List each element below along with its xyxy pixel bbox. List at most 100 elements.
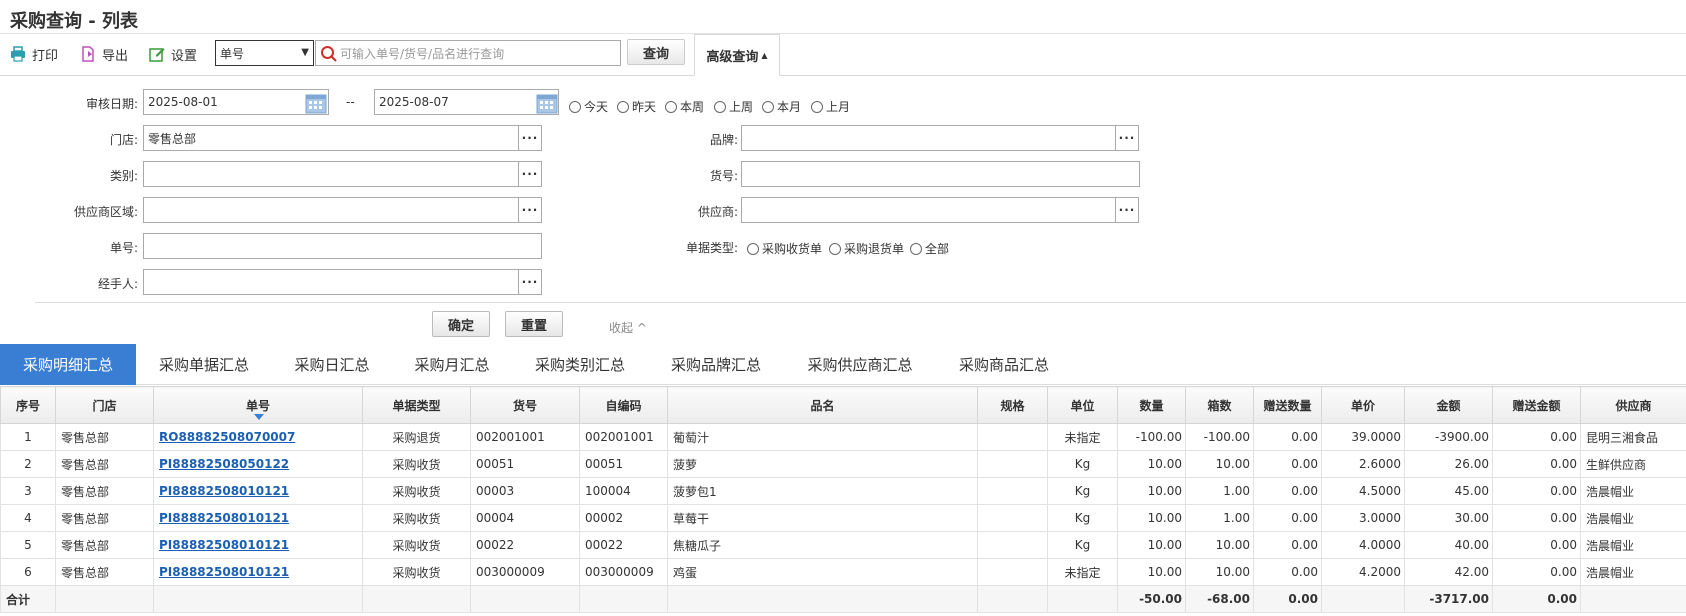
table-cell: 0.00	[1253, 423, 1322, 451]
radio-this-month[interactable]: 本月	[762, 98, 801, 115]
search-field-select[interactable]: 单号 ▼	[215, 40, 314, 66]
table-cell: 00022	[470, 531, 580, 559]
radio-circle	[811, 100, 823, 113]
radio-this-week[interactable]: 本周	[665, 98, 704, 115]
radio-circle	[665, 100, 677, 113]
handler-input[interactable]	[143, 269, 519, 295]
table-row[interactable]: 3 零售总部 PI88882508010121 采购收货 00003 100004 菠萝包1…	[0, 477, 1686, 505]
table-cell: 4.2000	[1321, 558, 1405, 586]
date-to-input[interactable]: 2025-08-07	[374, 89, 559, 115]
total-cell	[153, 585, 363, 613]
settings-button[interactable]: 设置	[149, 43, 197, 65]
doc-type-label: 单据类型:	[685, 241, 738, 255]
order-no-link[interactable]: PI88882508010121	[159, 511, 289, 525]
table-cell: 10.00	[1117, 558, 1186, 586]
order-no-link[interactable]: RO88882508070007	[159, 430, 295, 444]
order-no-link[interactable]: PI88882508010121	[159, 565, 289, 579]
tab-daily-summary[interactable]: 采购日汇总	[282, 344, 382, 385]
table-cell: 0.00	[1253, 504, 1322, 532]
radio-last-month[interactable]: 上月	[811, 98, 850, 115]
reset-button[interactable]: 重置	[505, 311, 563, 337]
table-cell: -100.00	[1117, 423, 1186, 451]
tab-detail-summary[interactable]: 采购明细汇总	[0, 344, 136, 385]
order-no-link[interactable]: PI88882508050122	[159, 457, 289, 471]
table-cell: 30.00	[1404, 504, 1493, 532]
col-header[interactable]: 金额	[1404, 386, 1493, 424]
store-picker-button[interactable]: ···	[518, 125, 542, 151]
confirm-button[interactable]: 确定	[432, 311, 490, 337]
tab-supplier-summary[interactable]: 采购供应商汇总	[794, 344, 926, 385]
radio-yesterday[interactable]: 昨天	[617, 98, 656, 115]
table-row[interactable]: 6 零售总部 PI88882508010121 采购收货 003000009 003000…	[0, 558, 1686, 586]
radio-purchase-receipt[interactable]: 采购收货单	[747, 240, 822, 257]
print-label: 打印	[32, 48, 59, 64]
tab-brand-summary[interactable]: 采购品牌汇总	[658, 344, 774, 385]
store-input[interactable]: 零售总部	[143, 125, 519, 151]
col-header[interactable]: 箱数	[1185, 386, 1254, 424]
table-cell: PI88882508050122	[153, 450, 363, 478]
radio-all[interactable]: 全部	[910, 240, 949, 257]
radio-today[interactable]: 今天	[569, 98, 608, 115]
order-no-link[interactable]: PI88882508010121	[159, 484, 289, 498]
radio-last-month-label: 上月	[826, 100, 851, 114]
search-input[interactable]: 可输入单号/货号/品名进行查询	[315, 40, 621, 66]
date-from-input[interactable]: 2025-08-01	[143, 89, 329, 115]
col-header[interactable]: 数量	[1117, 386, 1186, 424]
supplier-region-input[interactable]	[143, 197, 519, 223]
tab-product-summary[interactable]: 采购商品汇总	[946, 344, 1062, 385]
table-cell: 100004	[579, 477, 668, 505]
col-header-order-no[interactable]: 单号	[153, 386, 363, 424]
category-picker-button[interactable]: ···	[518, 161, 542, 187]
col-header[interactable]: 品名	[667, 386, 978, 424]
title-bar: 采购查询 - 列表	[0, 0, 1686, 34]
supplier-region-picker-button[interactable]: ···	[518, 197, 542, 223]
calendar-icon[interactable]	[536, 92, 558, 114]
tab-document-summary[interactable]: 采购单据汇总	[144, 344, 264, 385]
calendar-icon[interactable]	[305, 92, 327, 114]
col-header[interactable]: 规格	[977, 386, 1048, 424]
col-header[interactable]: 门店	[55, 386, 154, 424]
collapse-toggle[interactable]: 收起 ^	[609, 319, 647, 336]
col-header[interactable]: 单价	[1321, 386, 1405, 424]
supplier-input[interactable]	[741, 197, 1117, 223]
export-button[interactable]: 导出	[80, 43, 128, 65]
table-cell: 采购收货	[362, 531, 471, 559]
col-header[interactable]: 单位	[1047, 386, 1118, 424]
brand-picker-button[interactable]: ···	[1115, 125, 1139, 151]
tab-monthly-summary[interactable]: 采购月汇总	[402, 344, 502, 385]
tab-category-summary[interactable]: 采购类别汇总	[522, 344, 638, 385]
radio-purchase-receipt-label: 采购收货单	[762, 242, 823, 256]
radio-last-week[interactable]: 上周	[714, 98, 753, 115]
table-total-row: 合计 -50.00 -68.00 0.00 -3717.00 0.00	[0, 585, 1686, 613]
col-header[interactable]: 货号	[470, 386, 580, 424]
date-separator: --	[346, 95, 355, 109]
order-no-input[interactable]	[143, 233, 542, 259]
table-cell: 10.00	[1117, 531, 1186, 559]
advanced-query-button[interactable]: 高级查询 ▲	[694, 34, 780, 76]
col-header[interactable]: 单据类型	[362, 386, 471, 424]
print-button[interactable]: 打印	[10, 43, 58, 65]
radio-purchase-return[interactable]: 采购退货单	[829, 240, 904, 257]
table-row[interactable]: 5 零售总部 PI88882508010121 采购收货 00022 00022 焦糖瓜子 K…	[0, 531, 1686, 559]
category-input[interactable]	[143, 161, 519, 187]
advanced-query-label: 高级查询	[706, 49, 759, 65]
col-header[interactable]: 赠送数量	[1253, 386, 1322, 424]
table-row[interactable]: 1 零售总部 RO88882508070007 采购退货 002001001 002001…	[0, 423, 1686, 451]
query-button[interactable]: 查询	[627, 39, 685, 65]
table-row[interactable]: 2 零售总部 PI88882508050122 采购收货 00051 00051 菠萝 Kg 1…	[0, 450, 1686, 478]
search-icon	[321, 46, 337, 62]
item-no-input[interactable]	[741, 161, 1140, 187]
table-cell: 10.00	[1185, 558, 1254, 586]
table-row[interactable]: 4 零售总部 PI88882508010121 采购收货 00004 00002 草莓干 Kg…	[0, 504, 1686, 532]
col-header[interactable]: 自编码	[579, 386, 668, 424]
col-header[interactable]: 序号	[0, 386, 56, 424]
handler-picker-button[interactable]: ···	[518, 269, 542, 295]
col-header[interactable]: 赠送金额	[1492, 386, 1581, 424]
brand-input[interactable]	[741, 125, 1117, 151]
col-header[interactable]: 供应商	[1580, 386, 1686, 424]
table-cell: 0.00	[1492, 558, 1581, 586]
search-field-value: 单号	[220, 46, 245, 61]
supplier-picker-button[interactable]: ···	[1115, 197, 1139, 223]
order-no-link[interactable]: PI88882508010121	[159, 538, 289, 552]
total-cell	[977, 585, 1048, 613]
